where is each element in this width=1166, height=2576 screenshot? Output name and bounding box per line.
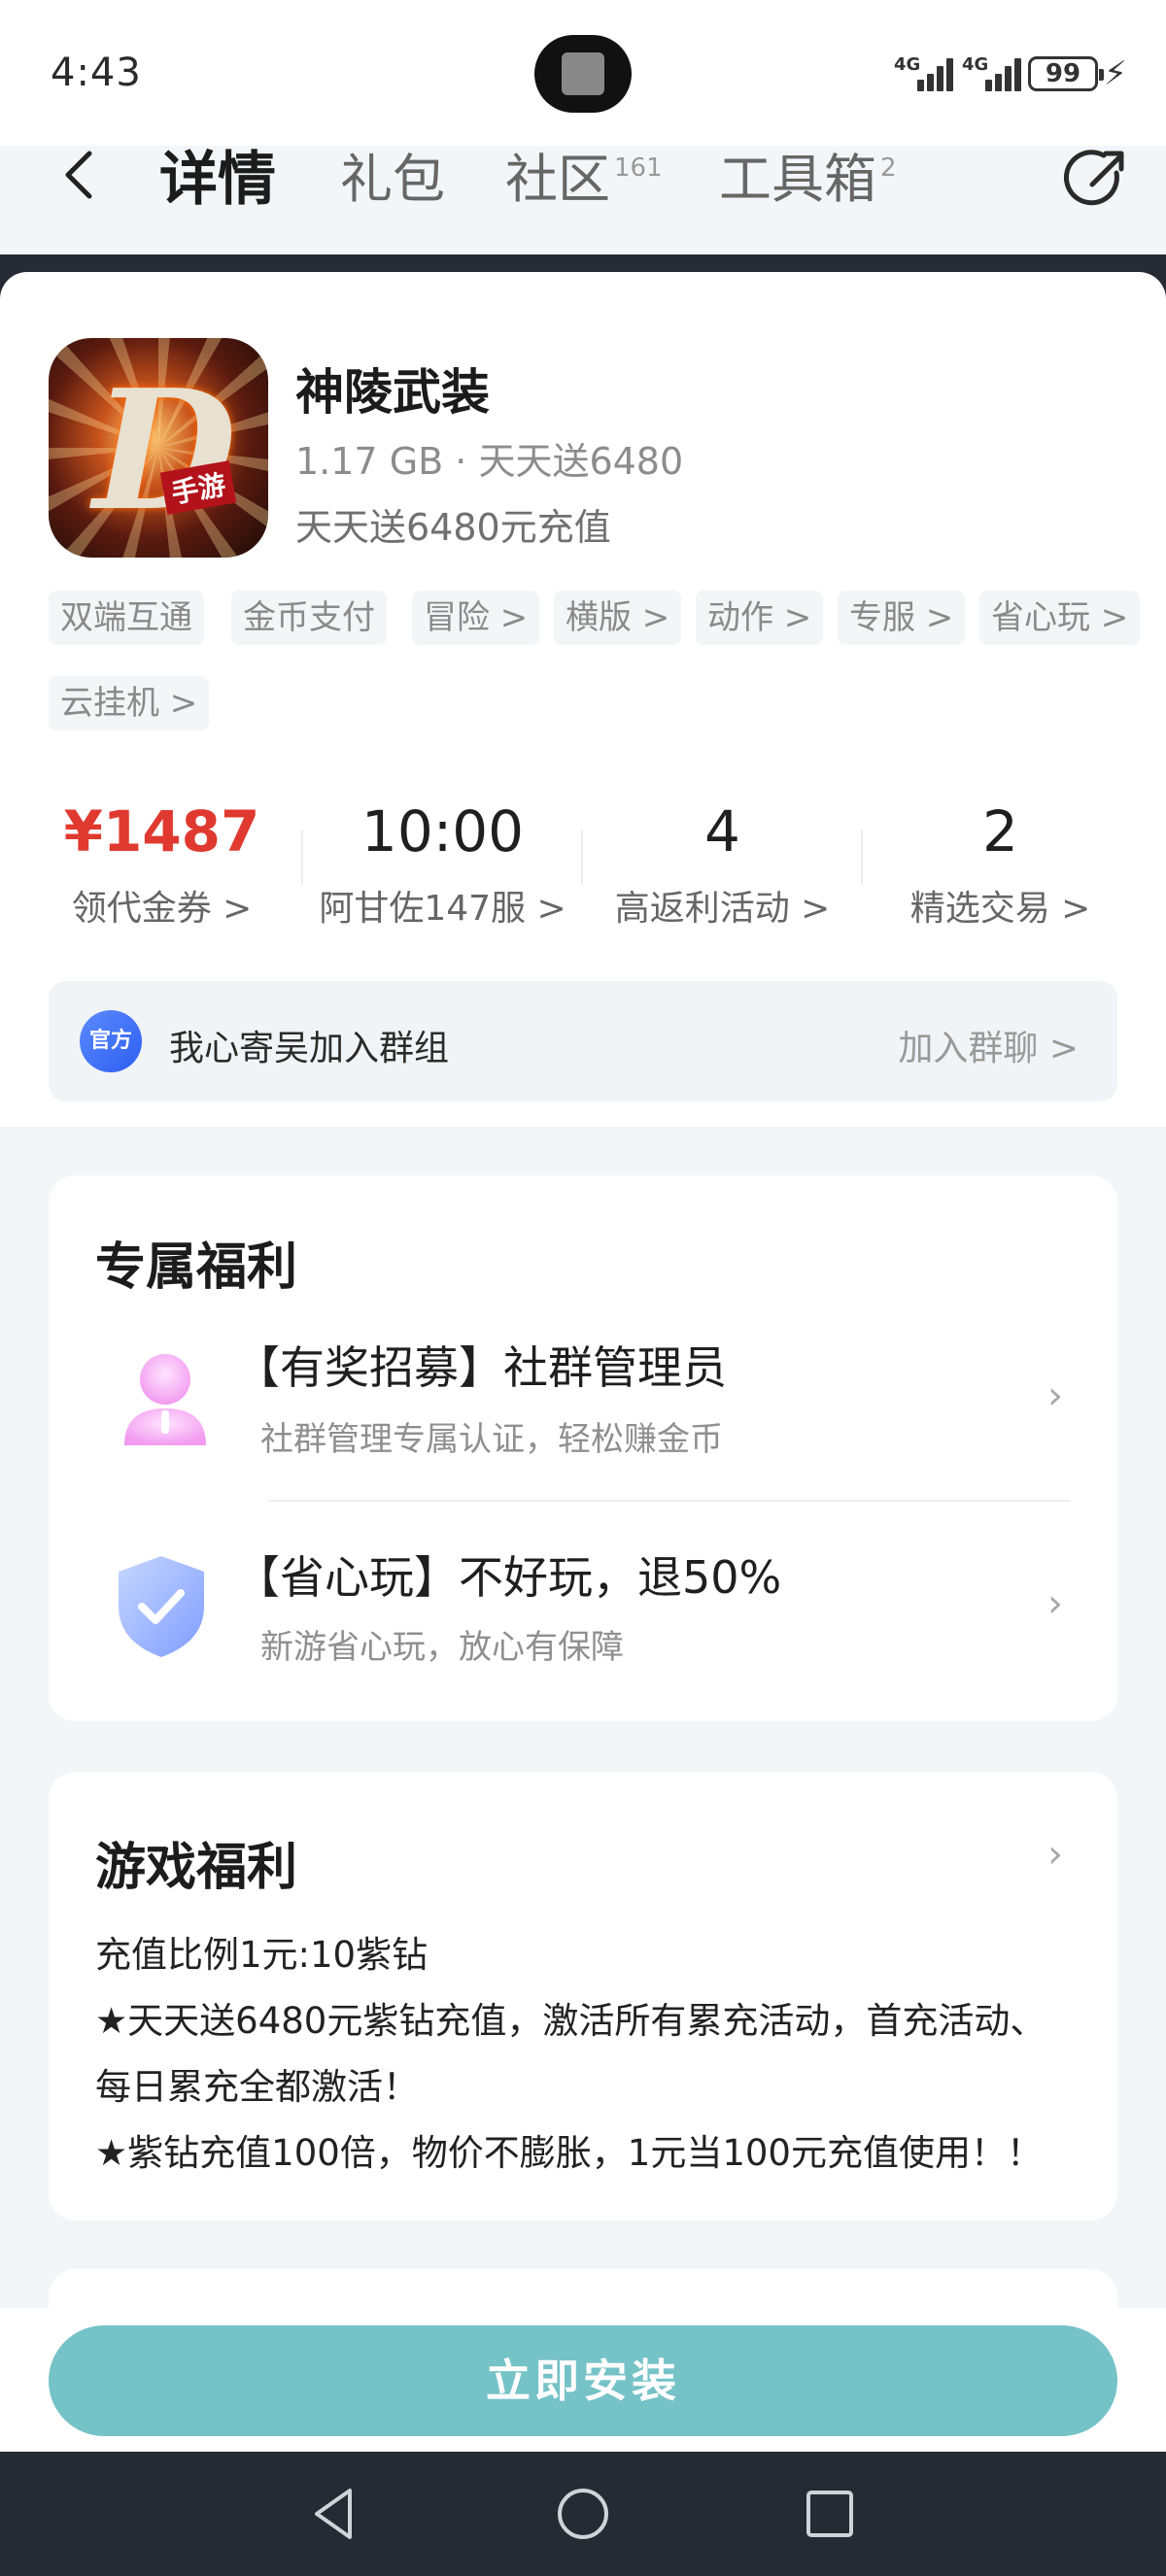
tab-gifts[interactable]: 礼包 <box>340 136 445 213</box>
share-icon[interactable] <box>1063 146 1131 214</box>
stat-label: 阿甘佐147服 > <box>319 889 566 929</box>
signal-icon: 4G <box>894 54 956 91</box>
benefit-line: 充值比例1元:10紫钻 <box>95 1934 429 1976</box>
tag-chip[interactable]: 横版 > <box>554 591 682 645</box>
chevron-right-icon: › <box>1047 1581 1063 1626</box>
chevron-right-icon: › <box>1047 1373 1063 1418</box>
game-title: 神陵武装 <box>295 364 490 421</box>
stat-value: 4 <box>704 798 740 864</box>
game-benefits-card[interactable]: 游戏福利 › 充值比例1元:10紫钻 ★天天送6480元紫钻充值，激活所有累充活… <box>49 1772 1117 2220</box>
stat-value: 10:00 <box>360 798 525 864</box>
tag-chip[interactable]: 冒险 > <box>412 591 540 645</box>
stat-label: 高返利活动 > <box>614 889 831 929</box>
tag-chip[interactable]: 省心玩 > <box>979 591 1141 645</box>
tag-chip: 金币支付 <box>231 591 387 645</box>
nav-recents-icon[interactable] <box>799 2483 861 2545</box>
divider <box>268 1500 1071 1502</box>
exclusive-benefits-card: 专属福利 【有奖招募】社群管理员 社群管理专属认证，轻松赚金币 › 【省心玩】不… <box>49 1175 1117 1721</box>
tag-chip: 双端互通 <box>49 591 204 645</box>
benefit-title: 【有奖招募】社群管理员 <box>235 1341 727 1394</box>
recruit-person-icon <box>124 1354 206 1445</box>
back-arrow-icon[interactable] <box>54 146 103 204</box>
tab-details[interactable]: 详情 <box>159 132 276 217</box>
system-nav-bar <box>0 2452 1166 2576</box>
stat-rebate[interactable]: 4 高返利活动 > <box>583 797 862 931</box>
game-benefits-title: 游戏福利 <box>95 1839 298 1897</box>
status-time: 4:43 <box>51 51 142 95</box>
toolbox-count: 2 <box>880 153 897 183</box>
benefit-line: ★天天送6480元紫钻充值，激活所有累充活动，首充活动、 <box>95 2000 1046 2042</box>
game-icon-letter: D <box>93 354 237 548</box>
community-count: 161 <box>614 153 663 183</box>
stat-server[interactable]: 10:00 阿甘佐147服 > <box>303 797 582 931</box>
official-badge: 官方 <box>80 1010 142 1072</box>
benefit-subtitle: 新游省心玩，放心有保障 <box>260 1628 624 1667</box>
benefit-title: 【省心玩】不好玩，退50% <box>235 1551 782 1604</box>
camera-cutout <box>534 35 632 113</box>
battery-icon: 99 <box>1028 56 1104 91</box>
charging-icon: ⚡ <box>1104 54 1127 93</box>
join-group-link[interactable]: 加入群聊 > <box>898 1020 1079 1070</box>
tag-chip[interactable]: 专服 > <box>838 591 966 645</box>
tab-toolbox[interactable]: 工具箱 2 <box>719 136 897 213</box>
signal-icon: 4G <box>962 54 1024 91</box>
benefit-line: ★紫钻充值100倍，物价不膨胀，1元当100元充值使用！！ <box>95 2132 1043 2174</box>
nav-back-icon[interactable] <box>303 2483 365 2545</box>
stat-value: 2 <box>982 798 1018 864</box>
exclusive-benefits-title: 专属福利 <box>95 1238 298 1297</box>
tag-chip[interactable]: 动作 > <box>696 591 824 645</box>
shield-check-icon <box>119 1556 204 1657</box>
group-name: 我心寄吴加入群组 <box>169 1029 450 1068</box>
install-button[interactable]: 立即安装 <box>49 2325 1117 2436</box>
stat-label: 领代金券 > <box>71 889 253 929</box>
game-info-card: D 手游 神陵武装 1.17 GB · 天天送6480 天天送6480元充值 双… <box>0 272 1166 1127</box>
status-bar: 4:43 4G 4G 99 ⚡ 详情 礼包 社区 161 工具箱 2 <box>0 0 1166 214</box>
game-promo: 天天送6480元充值 <box>295 506 611 549</box>
stats-row: ¥1487 领代金券 > 10:00 阿甘佐147服 > 4 高返利活动 > 2… <box>0 797 1166 942</box>
join-group-bar[interactable]: 官方 我心寄吴加入群组 加入群聊 > <box>49 981 1117 1102</box>
stat-voucher[interactable]: ¥1487 领代金券 > <box>22 797 301 931</box>
stat-value: ¥1487 <box>63 798 260 864</box>
nav-home-icon[interactable] <box>552 2483 614 2545</box>
stat-label: 精选交易 > <box>909 889 1091 929</box>
tag-chip[interactable]: 云挂机 > <box>49 676 210 730</box>
game-meta: 1.17 GB · 天天送6480 <box>295 440 684 483</box>
stat-trade[interactable]: 2 精选交易 > <box>861 797 1140 931</box>
chevron-right-icon: › <box>1047 1832 1063 1877</box>
game-icon[interactable]: D 手游 <box>49 338 268 558</box>
benefit-line: 每日累充全都激活！ <box>95 2066 419 2108</box>
tab-community[interactable]: 社区 161 <box>505 136 663 213</box>
benefit-subtitle: 社群管理专属认证，轻松赚金币 <box>260 1420 723 1459</box>
